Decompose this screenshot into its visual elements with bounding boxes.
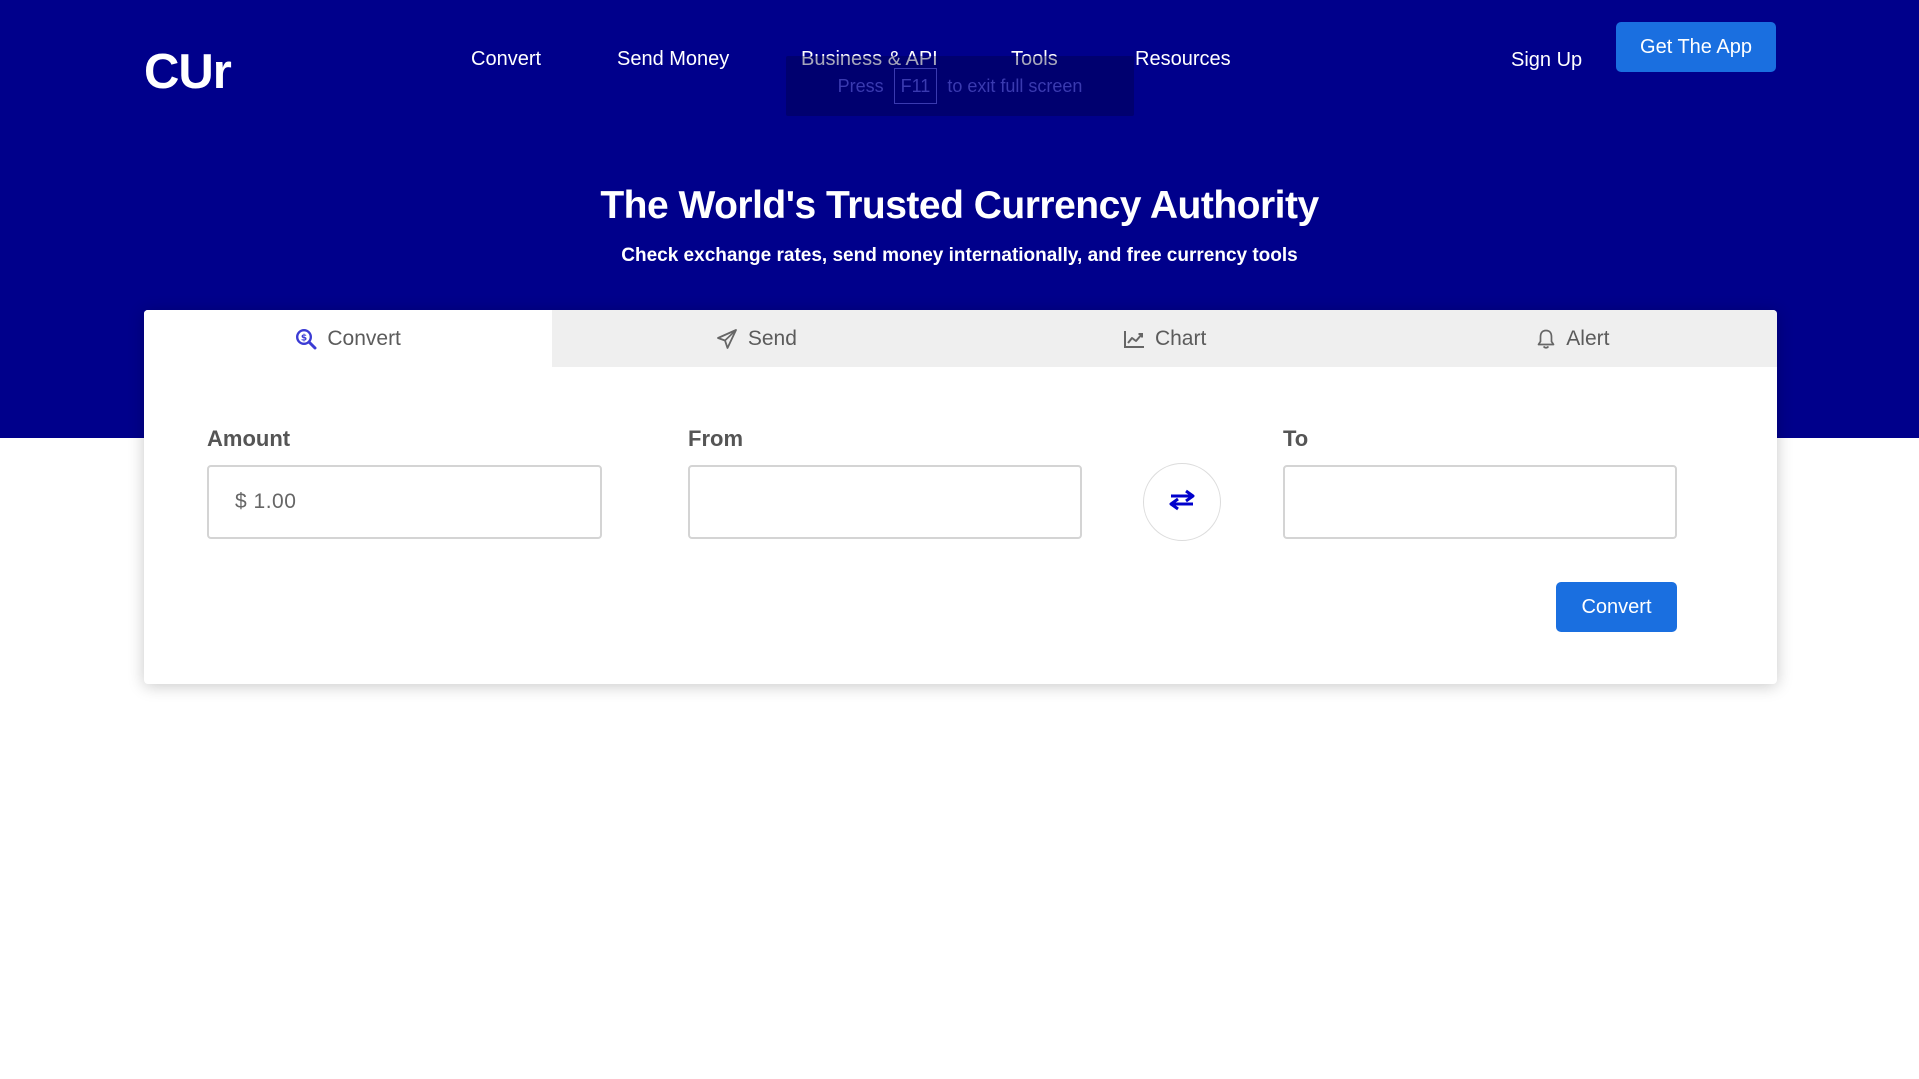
hero-title: The World's Trusted Currency Authority (600, 184, 1319, 227)
search-dollar-icon: $ (295, 328, 317, 350)
amount-input[interactable] (209, 467, 600, 537)
svg-text:$: $ (301, 333, 307, 343)
tab-convert[interactable]: $ Convert (144, 310, 553, 367)
to-label: To (1283, 426, 1309, 451)
fullscreen-hint: Press F11 to exit full screen (786, 56, 1134, 116)
converter-card: $ Convert Send Chart Alert Amount $ 1.00… (144, 310, 1777, 684)
fullscreen-hint-text: to exit full screen (947, 75, 1083, 96)
swap-currencies-button[interactable] (1143, 463, 1221, 541)
get-the-app-button[interactable]: Get The App (1616, 22, 1776, 72)
tab-alert[interactable]: Alert (1369, 310, 1777, 367)
fullscreen-hint-key: F11 (893, 68, 938, 104)
to-currency-select[interactable] (1285, 467, 1675, 537)
logo[interactable]: CUr (144, 44, 232, 100)
tab-chart[interactable]: Chart (961, 310, 1369, 367)
swap-arrows-icon (1168, 489, 1196, 516)
nav-convert[interactable]: Convert (471, 48, 541, 71)
to-field-box (1283, 465, 1677, 539)
tab-chart-label: Chart (1154, 326, 1207, 350)
tab-send-label: Send (747, 326, 797, 350)
convert-button[interactable]: Convert (1556, 582, 1677, 632)
from-label: From (688, 426, 743, 451)
hero-subtitle: Check exchange rates, send money interna… (621, 245, 1298, 266)
amount-field-box (207, 465, 602, 539)
from-field-box (688, 465, 1082, 539)
converter-tabs: $ Convert Send Chart Alert (144, 310, 1777, 367)
from-currency-select[interactable] (690, 467, 1080, 537)
tab-send[interactable]: Send (552, 310, 960, 367)
tab-alert-label: Alert (1566, 326, 1610, 350)
nav-resources[interactable]: Resources (1135, 48, 1231, 71)
bell-icon (1536, 328, 1556, 350)
fullscreen-hint-press: Press (837, 75, 884, 96)
nav-send-money[interactable]: Send Money (617, 48, 729, 71)
amount-label: Amount (207, 426, 291, 451)
sign-up-link[interactable]: Sign Up (1511, 49, 1582, 72)
tab-convert-label: Convert (327, 326, 401, 350)
line-chart-icon (1123, 329, 1145, 349)
paper-plane-icon (716, 328, 738, 350)
